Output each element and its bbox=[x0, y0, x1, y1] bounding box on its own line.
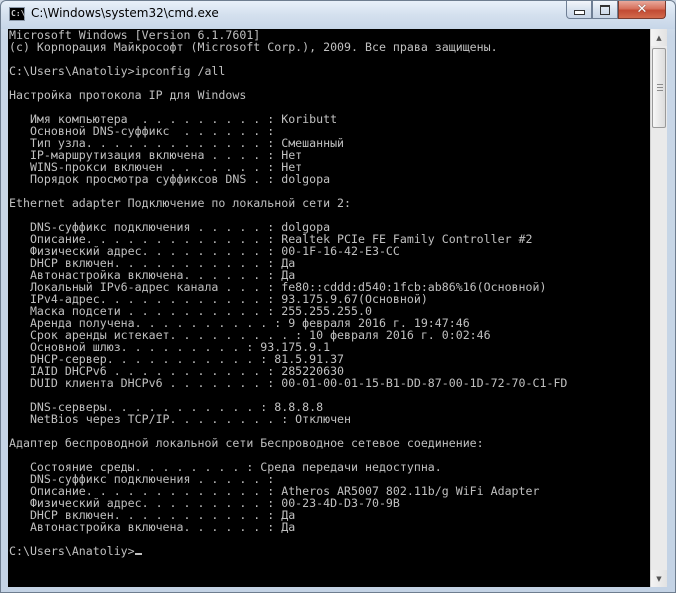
maximize-button[interactable] bbox=[592, 1, 618, 19]
console-line: C:\Users\Anatoliy> bbox=[9, 544, 135, 558]
console-line: NetBios через TCP/IP. . . . . . . . : От… bbox=[9, 412, 352, 426]
scrollbar-thumb[interactable] bbox=[652, 48, 666, 128]
cmd-window: C:\ C:\Windows\system32\cmd.exe ✕ Micros… bbox=[0, 0, 676, 593]
minimize-icon bbox=[573, 10, 585, 15]
grip-line bbox=[657, 90, 663, 91]
cmd-icon[interactable]: C:\ bbox=[9, 7, 25, 21]
console-output[interactable]: Microsoft Windows [Version 6.1.7601] (c)… bbox=[8, 29, 650, 587]
console-line: Автонастройка включена. . . . . . : Да bbox=[9, 520, 296, 534]
window-title: C:\Windows\system32\cmd.exe bbox=[31, 6, 219, 20]
console-line: C:\Users\Anatoliy>ipconfig /all bbox=[9, 64, 226, 78]
scroll-down-arrow-icon[interactable]: ▼ bbox=[651, 570, 667, 587]
maximize-icon bbox=[600, 4, 610, 15]
cmd-icon-text: C:\ bbox=[11, 9, 26, 18]
title-bar[interactable]: C:\ C:\Windows\system32\cmd.exe ✕ bbox=[1, 1, 675, 29]
console-text: Microsoft Windows [Version 6.1.7601] (c)… bbox=[8, 29, 650, 557]
console-line: Порядок просмотра суффиксов DNS . : dolg… bbox=[9, 172, 331, 186]
scroll-up-arrow-icon[interactable]: ▲ bbox=[651, 29, 667, 46]
console-line: (c) Корпорация Майкрософт (Microsoft Cor… bbox=[9, 40, 498, 54]
grip-line bbox=[657, 84, 663, 85]
grip-line bbox=[657, 87, 663, 88]
console-line: Адаптер беспроводной локальной сети Бесп… bbox=[9, 436, 484, 450]
minimize-button[interactable] bbox=[566, 1, 592, 19]
text-cursor bbox=[134, 553, 142, 555]
vertical-scrollbar[interactable]: ▲ ▼ bbox=[650, 29, 667, 587]
console-line: Ethernet adapter Подключение по локально… bbox=[9, 196, 352, 210]
close-button[interactable]: ✕ bbox=[618, 1, 666, 19]
console-line: DUID клиента DHCPv6 . . . . . . . : 00-0… bbox=[9, 376, 568, 390]
console-line: Настройка протокола IP для Windows bbox=[9, 88, 247, 102]
close-icon: ✕ bbox=[636, 2, 648, 17]
